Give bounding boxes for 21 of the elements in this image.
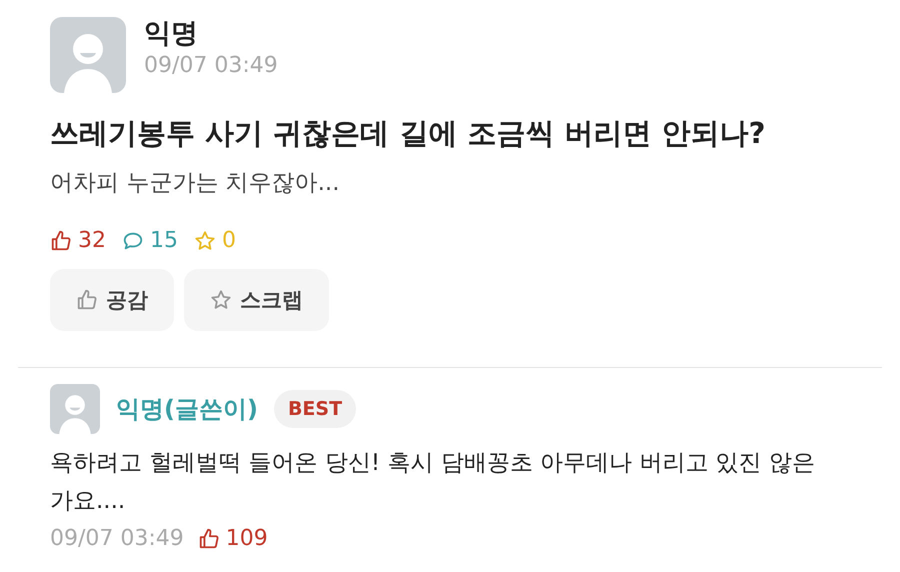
stat-count: 32 [78,228,106,253]
stat-count: 15 [150,228,178,253]
avatar-icon [50,384,100,434]
like-count: 109 [226,526,268,551]
comment-author: 익명(글쓴이) [116,394,258,425]
avatar-icon [50,17,126,93]
post-body: 어차피 누군가는 치우잖아... [50,169,341,198]
stat-count: 0 [222,228,236,253]
like-button[interactable]: 공감 [50,269,174,331]
author-name: 익명 [144,17,199,51]
star-icon [210,289,232,311]
best-badge: BEST [274,390,356,428]
post-title: 쓰레기봉투 사기 귀찮은데 길에 조금씩 버리면 안되나? [50,115,766,152]
thumbs-up-icon [198,528,220,550]
comment-time: 09/07 03:49 [50,526,184,551]
post-time: 09/07 03:49 [144,53,278,78]
thumbs-up-icon [50,230,72,252]
scrap-button[interactable]: 스크랩 [184,269,329,331]
thumbs-up-icon [76,289,98,311]
star-icon [194,230,216,252]
comment-text: 욕하려고 헐레벌떡 들어온 당신! 혹시 담배꽁초 아무데나 버리고 있진 않은가요.... [50,449,816,516]
